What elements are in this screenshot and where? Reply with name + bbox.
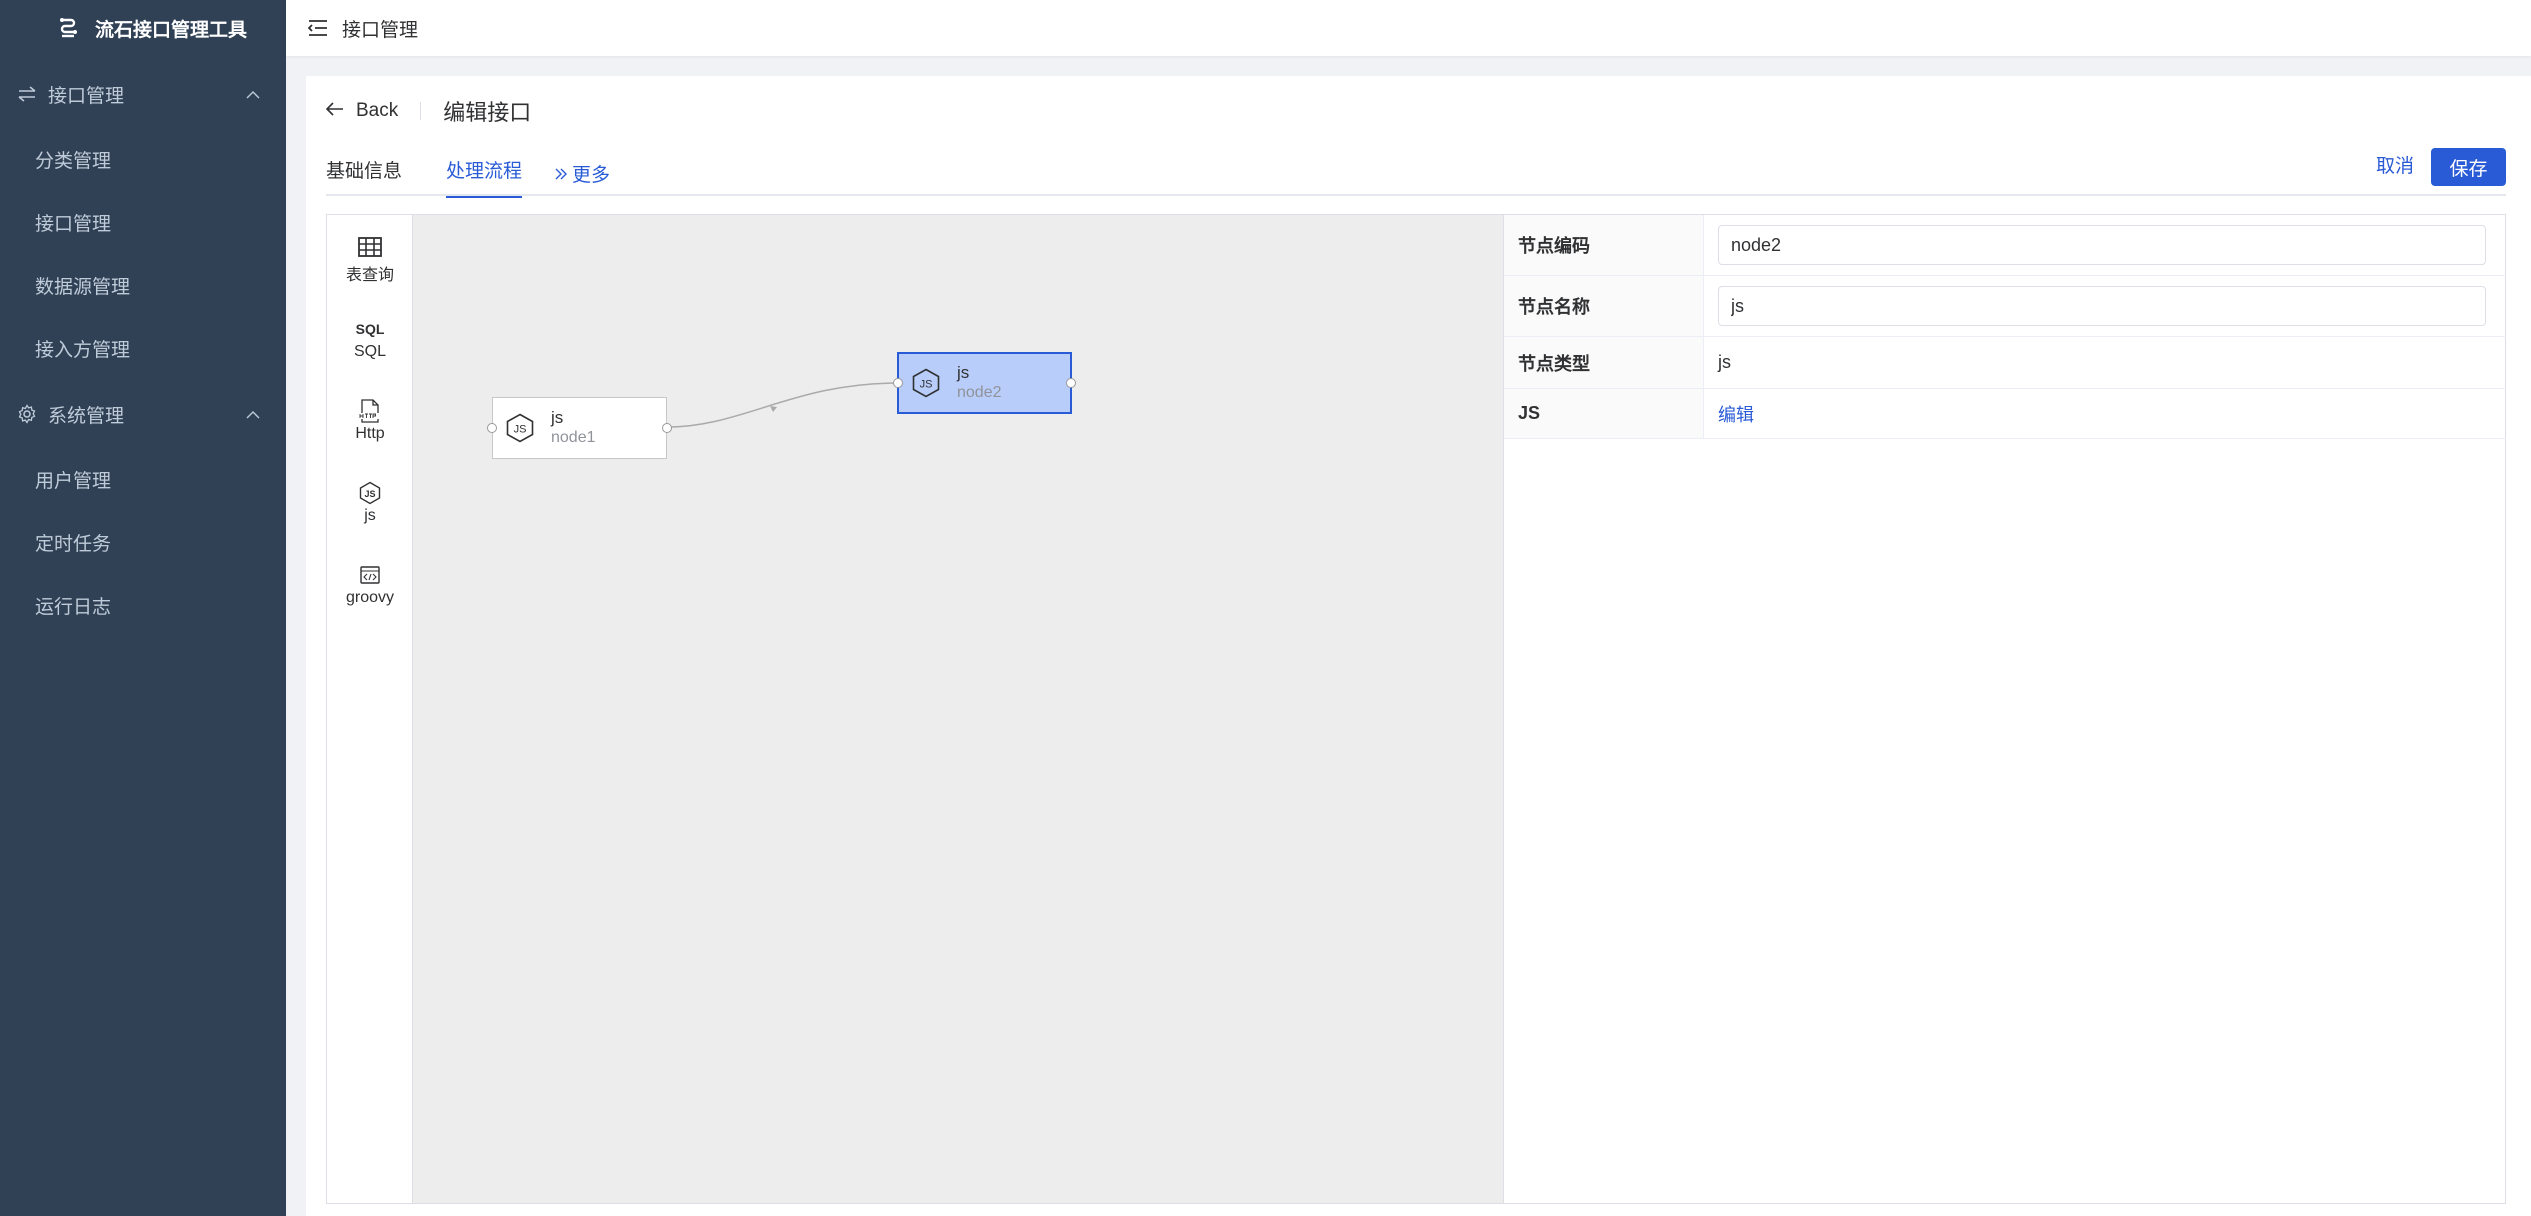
save-button[interactable]: 保存 (2431, 148, 2506, 186)
node-name: node1 (551, 429, 596, 446)
header-divider (420, 102, 422, 120)
node-type-value: js (1718, 352, 1731, 372)
node-type: js (551, 408, 564, 427)
node-name: node2 (957, 384, 1002, 401)
brand[interactable]: 流石接口管理工具 (0, 0, 286, 56)
palette-item-table-query[interactable]: 表查询 (327, 235, 413, 285)
palette-item-sql[interactable]: SQL SQL (327, 317, 413, 361)
swap-icon (16, 83, 38, 105)
sidebar: 流石接口管理工具 接口管理 分类管理 接口管理 数据源管理 接入方管理 系统管理… (0, 0, 286, 1216)
top-header: 接口管理 (286, 0, 2531, 56)
sidebar-item-run-logs[interactable]: 运行日志 (0, 574, 286, 637)
sidebar-item-datasource[interactable]: 数据源管理 (0, 254, 286, 317)
palette-item-groovy[interactable]: groovy (327, 563, 413, 607)
nodejs-icon: JS (358, 481, 382, 505)
edge-arrow-icon (770, 406, 777, 412)
svg-text:JS: JS (514, 424, 527, 436)
nodejs-icon: JS (506, 413, 534, 443)
edit-js-link[interactable]: 编辑 (1718, 401, 1754, 427)
app-title: 流石接口管理工具 (94, 19, 247, 41)
gear-icon (16, 403, 38, 425)
menu-group-system[interactable]: 系统管理 (0, 383, 286, 445)
flow-canvas[interactable]: JS js node1 JS js node2 (413, 215, 1503, 1203)
node-type: js (957, 363, 970, 382)
edge-node1-node2 (666, 382, 899, 428)
flow-node-selected[interactable]: JS js node2 (893, 352, 1076, 414)
prop-row-node-name: 节点名称 (1504, 276, 2506, 337)
flow-editor: 表查询 SQL SQL Http JS js groovy JS js node… (326, 214, 2506, 1204)
palette-label: js (364, 507, 376, 524)
prop-label: 节点名称 (1504, 276, 1704, 336)
node-output-port[interactable] (662, 423, 672, 433)
node-properties-panel: 节点编码 节点名称 节点类型 js JS 编辑 (1503, 215, 2506, 1203)
prop-row-node-type: 节点类型 js (1504, 337, 2506, 389)
back-button[interactable]: Back (325, 100, 399, 122)
page-header: Back 编辑接口 (325, 96, 532, 126)
palette-label: Http (355, 425, 385, 442)
arrow-left-icon (325, 100, 344, 122)
menu-group-label: 接口管理 (48, 85, 125, 107)
sidebar-item-interface[interactable]: 接口管理 (0, 191, 286, 254)
prop-label: 节点编码 (1504, 215, 1704, 275)
breadcrumb[interactable]: 接口管理 (342, 15, 418, 42)
tab-more[interactable]: 更多 (554, 156, 610, 196)
node-output-port[interactable] (1066, 378, 1076, 388)
menu-group-label: 系统管理 (48, 405, 125, 427)
node-input-port[interactable] (487, 423, 497, 433)
cancel-button[interactable]: 取消 (2376, 148, 2414, 186)
palette-label: groovy (345, 589, 395, 606)
palette-item-js[interactable]: JS js (327, 481, 413, 525)
logo-icon (59, 17, 79, 39)
table-icon (358, 235, 382, 259)
palette-label: 表查询 (345, 267, 394, 284)
node-palette: 表查询 SQL SQL Http JS js groovy (327, 215, 413, 1203)
menu-group-interface[interactable]: 接口管理 (0, 63, 286, 125)
double-chevron-right-icon (554, 160, 568, 192)
back-label: Back (356, 100, 399, 121)
sidebar-item-scheduled-tasks[interactable]: 定时任务 (0, 511, 286, 574)
node-code-input[interactable] (1718, 225, 2486, 265)
prop-row-node-code: 节点编码 (1504, 215, 2506, 276)
sql-icon: SQL (355, 321, 385, 337)
sidebar-item-category[interactable]: 分类管理 (0, 128, 286, 191)
tab-more-label: 更多 (572, 165, 611, 186)
tab-bar: 基础信息 处理流程 更多 (326, 156, 2506, 198)
tab-process-flow[interactable]: 处理流程 (446, 156, 523, 198)
http-file-icon (359, 399, 381, 423)
tab-basic-info[interactable]: 基础信息 (326, 156, 402, 196)
palette-item-http[interactable]: Http (327, 399, 413, 443)
svg-text:JS: JS (920, 379, 933, 391)
svg-text:JS: JS (364, 489, 375, 499)
menu-fold-icon[interactable] (308, 19, 328, 37)
code-icon (360, 563, 380, 587)
nodejs-icon: JS (912, 368, 940, 398)
prop-label: JS (1504, 389, 1704, 438)
sidebar-item-client[interactable]: 接入方管理 (0, 317, 286, 380)
main-card: Back 编辑接口 基础信息 处理流程 更多 取消 保存 表查询 SQL SQL… (306, 76, 2531, 1216)
node-name-input[interactable] (1718, 286, 2486, 326)
node-input-port[interactable] (893, 378, 903, 388)
sidebar-item-users[interactable]: 用户管理 (0, 448, 286, 511)
flow-node[interactable]: JS js node1 (487, 397, 672, 459)
page-title: 编辑接口 (443, 100, 532, 125)
palette-label: SQL (353, 343, 386, 360)
prop-row-js: JS 编辑 (1504, 389, 2506, 439)
chevron-up-icon (246, 403, 260, 425)
chevron-up-icon (246, 83, 260, 105)
prop-label: 节点类型 (1504, 337, 1704, 388)
